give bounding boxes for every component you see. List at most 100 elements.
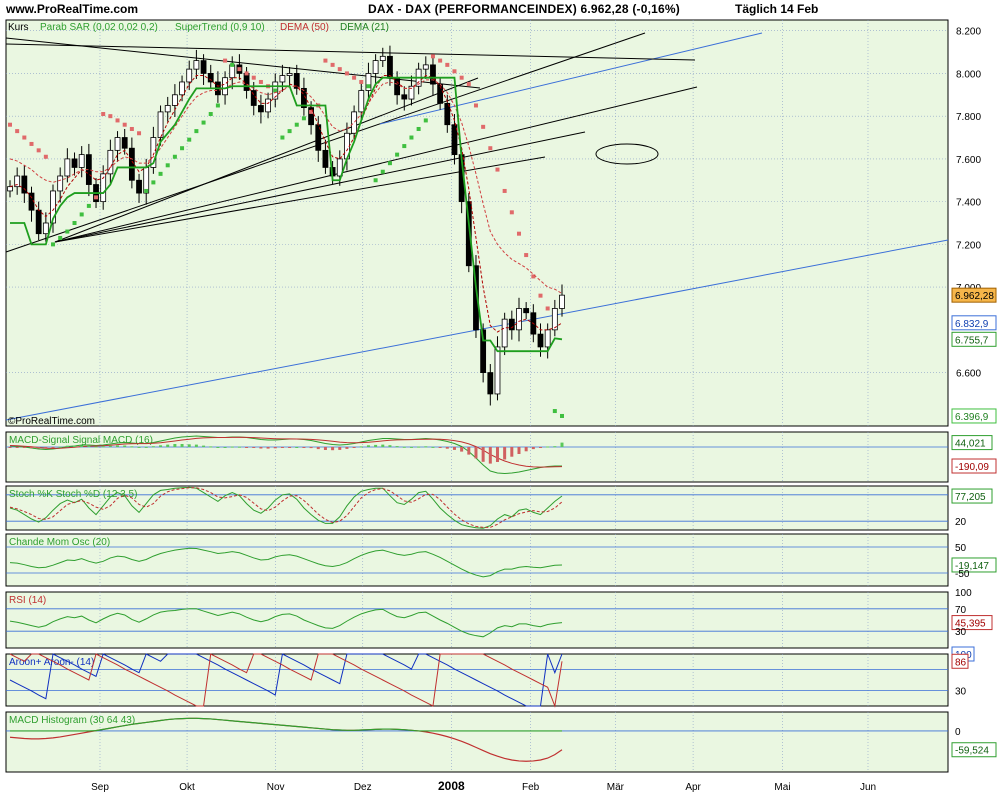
sar-dot xyxy=(208,112,213,117)
sar-dot xyxy=(94,195,99,200)
macd-histogram-bar xyxy=(94,446,98,448)
indicator-title-cmo: Chande Mom Osc (20) xyxy=(9,537,110,548)
sar-dot xyxy=(387,161,392,166)
macd-histogram-bar xyxy=(173,444,177,447)
macd-histogram-bar xyxy=(352,447,356,448)
macd-histogram-bar xyxy=(123,445,127,447)
sar-dot xyxy=(301,116,306,121)
candle-body xyxy=(286,73,293,76)
candle-body xyxy=(537,333,544,348)
indicator-value-tag: 30 xyxy=(955,686,967,697)
candle-body xyxy=(64,158,71,177)
macd-histogram-bar xyxy=(488,447,492,464)
sar-dot xyxy=(409,135,414,140)
sar-dot xyxy=(258,79,263,84)
candle-body xyxy=(372,60,379,74)
sar-dot xyxy=(438,58,443,63)
price-tick-label: 8.200 xyxy=(956,27,981,38)
sar-dot xyxy=(172,154,177,159)
macd-histogram-bar xyxy=(481,447,485,462)
price-tick-label: 7.800 xyxy=(956,112,981,123)
macd-histogram-bar xyxy=(15,447,19,448)
indicator-value-tag: -59,524 xyxy=(955,746,989,757)
candle-body xyxy=(128,147,135,181)
macd-histogram-bar xyxy=(230,446,234,448)
panel-bg-stoch xyxy=(5,485,949,531)
sar-dot xyxy=(36,148,41,153)
macd-histogram-bar xyxy=(259,447,263,449)
sar-dot xyxy=(466,82,471,87)
macd-histogram-bar xyxy=(187,444,191,447)
sar-dot xyxy=(459,75,464,80)
macd-histogram-bar xyxy=(445,447,449,449)
sar-dot xyxy=(473,103,478,108)
macd-histogram-bar xyxy=(288,447,292,448)
candle-body xyxy=(157,111,164,138)
x-tick-label: 2008 xyxy=(438,779,465,793)
indicator-value-tag: 30 xyxy=(955,627,967,638)
sar-dot xyxy=(430,54,435,59)
sar-dot xyxy=(29,141,34,146)
macd-histogram-bar xyxy=(417,446,421,448)
macd-histogram-bar xyxy=(166,444,170,447)
x-tick-label: Mär xyxy=(607,782,625,793)
indicator-title-rsi: RSI (14) xyxy=(9,595,46,606)
sar-dot xyxy=(337,67,342,72)
sar-dot xyxy=(423,118,428,123)
macd-histogram-bar xyxy=(359,446,363,448)
indicator-value-tag: 70 xyxy=(955,605,967,616)
macd-histogram-bar xyxy=(245,447,249,448)
macd-histogram-bar xyxy=(424,446,428,448)
sar-dot xyxy=(86,203,91,208)
candle-body xyxy=(279,75,286,83)
panel-bg-macdhist xyxy=(5,711,949,773)
candle-body xyxy=(265,98,271,113)
x-tick-label: Okt xyxy=(179,782,195,793)
macd-histogram-bar xyxy=(252,447,256,448)
sar-dot xyxy=(516,231,521,236)
macd-histogram-bar xyxy=(388,445,392,447)
macd-histogram-bar xyxy=(237,446,241,448)
macd-histogram-bar xyxy=(452,447,456,450)
candle-body xyxy=(430,64,436,85)
candle-body xyxy=(523,308,530,314)
macd-histogram-bar xyxy=(209,446,213,448)
macd-histogram-bar xyxy=(503,447,507,460)
sar-dot xyxy=(380,169,385,174)
macd-histogram-bar xyxy=(80,445,84,447)
candle-body xyxy=(21,175,28,194)
indicator-value-tag: 50 xyxy=(955,543,967,554)
macd-histogram-bar xyxy=(194,444,198,447)
candle-body xyxy=(57,175,64,192)
sar-dot xyxy=(215,103,220,108)
macd-histogram-bar xyxy=(273,447,277,449)
x-tick-label: Mai xyxy=(774,782,790,793)
macd-histogram-bar xyxy=(302,447,306,448)
sar-dot xyxy=(122,122,127,127)
sar-dot xyxy=(22,135,27,140)
macd-histogram-bar xyxy=(495,447,499,462)
indicator-value-tag: 0 xyxy=(955,727,961,738)
macd-histogram-bar xyxy=(546,446,550,448)
candle-body xyxy=(487,372,494,395)
macd-histogram-bar xyxy=(402,446,406,448)
x-tick-label: Nov xyxy=(267,782,285,793)
candle-body xyxy=(28,192,35,211)
sar-dot xyxy=(165,163,170,168)
sar-dot xyxy=(287,129,292,134)
macd-histogram-bar xyxy=(180,444,184,447)
chart-area[interactable]: Sep Okt Nov Dez 2008 Feb Mär Apr Mai Jun 8.200 8.00… xyxy=(0,0,1000,800)
macd-histogram-bar xyxy=(460,447,464,452)
sar-dot xyxy=(538,293,543,298)
macd-histogram-bar xyxy=(144,446,148,448)
sar-dot xyxy=(294,122,299,127)
sar-dot xyxy=(373,178,378,183)
candle-body xyxy=(379,55,386,62)
indicator-value-tag: 77,205 xyxy=(955,492,986,503)
macd-histogram-bar xyxy=(65,445,69,447)
sar-dot xyxy=(79,212,84,217)
candle-body xyxy=(351,111,358,134)
macd-histogram-bar xyxy=(517,447,521,454)
x-tick-label: Feb xyxy=(522,782,540,793)
legend-sar: Parab SAR (0,02 0,02 0,2) xyxy=(40,22,158,33)
